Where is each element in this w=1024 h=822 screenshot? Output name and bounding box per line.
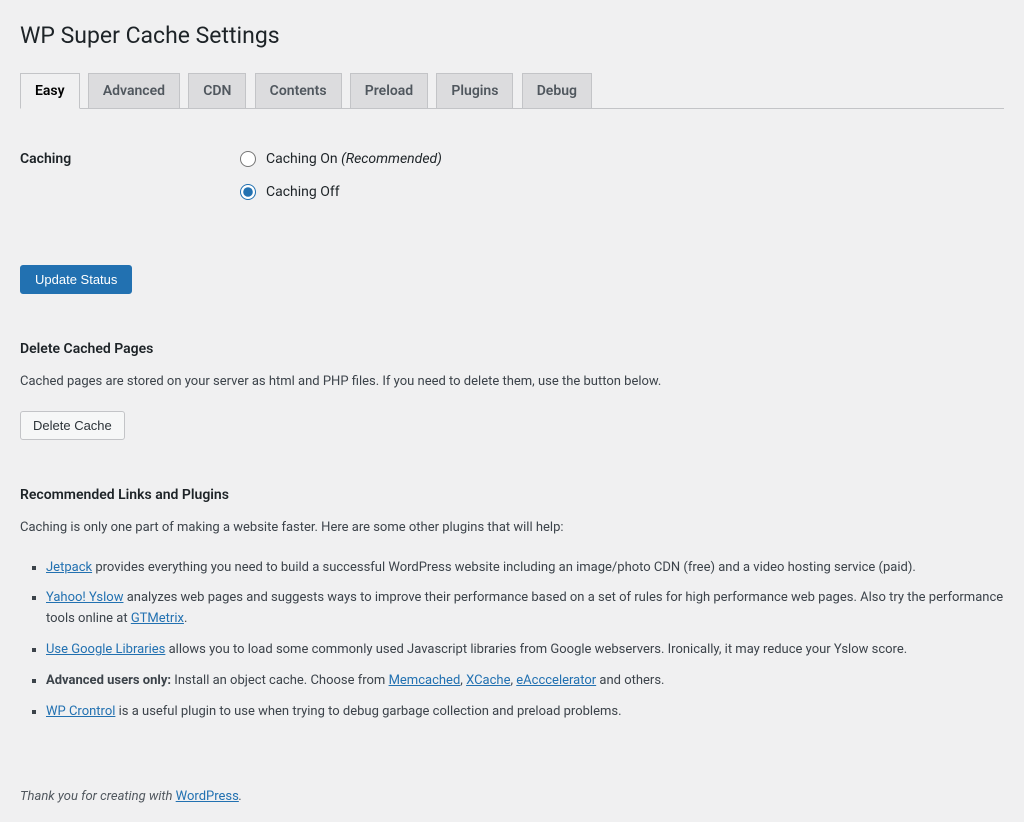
page-title: WP Super Cache Settings: [20, 10, 1004, 58]
caching-on-row[interactable]: Caching On (Recommended): [240, 149, 1004, 170]
advanced-bold: Advanced users only:: [46, 673, 171, 688]
tab-plugins[interactable]: Plugins: [436, 73, 513, 108]
list-item-text: allows you to load some commonly used Ja…: [165, 642, 907, 657]
delete-cache-button[interactable]: Delete Cache: [20, 411, 125, 440]
footer: Thank you for creating with WordPress.: [20, 772, 1004, 822]
list-item-text: Install an object cache. Choose from: [171, 673, 389, 688]
caching-on-label: Caching On (Recommended): [266, 149, 442, 170]
recommended-list: Jetpack provides everything you need to …: [46, 558, 1004, 723]
wp-crontrol-link[interactable]: WP Crontrol: [46, 704, 115, 719]
recommended-intro: Caching is only one part of making a web…: [20, 518, 1004, 538]
tab-cdn[interactable]: CDN: [188, 73, 246, 108]
list-item-text: and others.: [596, 673, 664, 688]
xcache-link[interactable]: XCache: [466, 673, 510, 688]
caching-label: Caching: [20, 149, 240, 170]
caching-off-label: Caching Off: [266, 182, 340, 203]
eaccelerator-link[interactable]: eAcccelerator: [516, 673, 596, 688]
gtmetrix-link[interactable]: GTMetrix: [131, 611, 184, 626]
jetpack-link[interactable]: Jetpack: [46, 560, 92, 575]
list-item: Advanced users only: Install an object c…: [46, 671, 1004, 692]
nav-tabs: Easy Advanced CDN Contents Preload Plugi…: [20, 73, 1004, 109]
tab-contents[interactable]: Contents: [255, 73, 342, 108]
caching-off-radio[interactable]: [240, 184, 256, 200]
delete-cached-heading: Delete Cached Pages: [20, 339, 1004, 360]
tab-advanced[interactable]: Advanced: [88, 73, 180, 108]
google-libraries-link[interactable]: Use Google Libraries: [46, 642, 165, 657]
list-item: Yahoo! Yslow analyzes web pages and sugg…: [46, 588, 1004, 630]
list-item: WP Crontrol is a useful plugin to use wh…: [46, 702, 1004, 723]
list-item-text: is a useful plugin to use when trying to…: [115, 704, 621, 719]
list-item: Use Google Libraries allows you to load …: [46, 640, 1004, 661]
tab-preload[interactable]: Preload: [350, 73, 428, 108]
list-item: Jetpack provides everything you need to …: [46, 558, 1004, 579]
list-item-text: analyzes web pages and suggests ways to …: [46, 590, 1003, 626]
tab-debug[interactable]: Debug: [522, 73, 592, 108]
recommended-heading: Recommended Links and Plugins: [20, 485, 1004, 506]
delete-cached-desc: Cached pages are stored on your server a…: [20, 372, 1004, 392]
wordpress-link[interactable]: WordPress: [176, 789, 239, 804]
update-status-button[interactable]: Update Status: [20, 265, 132, 294]
caching-off-row[interactable]: Caching Off: [240, 182, 1004, 203]
caching-on-radio[interactable]: [240, 151, 256, 167]
list-item-text: provides everything you need to build a …: [92, 560, 916, 575]
yslow-link[interactable]: Yahoo! Yslow: [46, 590, 123, 605]
tab-easy[interactable]: Easy: [20, 73, 80, 109]
footer-period: .: [239, 789, 242, 804]
footer-text: Thank you for creating with: [20, 789, 176, 804]
memcached-link[interactable]: Memcached: [389, 673, 461, 688]
list-item-text: .: [184, 611, 187, 626]
